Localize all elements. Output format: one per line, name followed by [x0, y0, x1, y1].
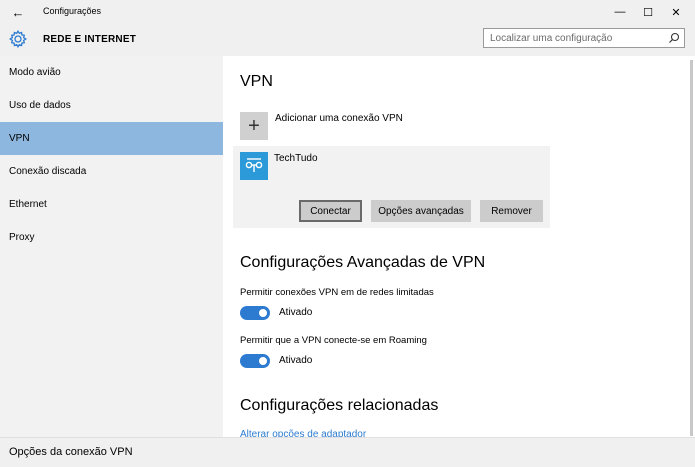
back-button[interactable]: ←	[0, 0, 36, 24]
minimize-button[interactable]: —	[605, 0, 635, 24]
sidebar-item-vpn[interactable]: VPN	[0, 122, 223, 155]
sidebar-nav: Modo avião Uso de dados VPN Conexão disc…	[0, 56, 223, 437]
close-button[interactable]: ✕	[661, 0, 691, 24]
roaming-state: Ativado	[279, 355, 313, 366]
metered-networks-toggle[interactable]	[240, 306, 270, 320]
sidebar-item-modo-aviao[interactable]: Modo avião	[0, 56, 223, 89]
vpn-connection-item[interactable]: TechTudo Conectar Opções avançadas Remov…	[233, 146, 550, 228]
search-input[interactable]	[484, 29, 668, 47]
sidebar-item-uso-de-dados[interactable]: Uso de dados	[0, 89, 223, 122]
maximize-button[interactable]: ☐	[633, 0, 663, 24]
metered-networks-state: Ativado	[279, 307, 313, 318]
sidebar-item-label: Modo avião	[9, 67, 61, 78]
maximize-icon: ☐	[643, 6, 653, 19]
vpn-connection-name: TechTudo	[274, 153, 318, 164]
adapter-options-link[interactable]: Alterar opções de adaptador	[240, 429, 366, 437]
window-title: Configurações	[43, 6, 102, 16]
gear-icon	[8, 29, 28, 49]
related-settings-heading: Configurações relacionadas	[240, 397, 439, 414]
close-icon: ✕	[671, 6, 681, 19]
sidebar-item-label: Proxy	[9, 232, 35, 243]
sidebar-item-conexao-discada[interactable]: Conexão discada	[0, 155, 223, 188]
back-arrow-icon: ←	[11, 4, 25, 20]
advanced-options-button[interactable]: Opções avançadas	[371, 200, 471, 222]
connect-button[interactable]: Conectar	[299, 200, 362, 222]
search-icon[interactable]	[668, 32, 680, 44]
sidebar-item-label: Conexão discada	[9, 166, 87, 177]
search-box[interactable]	[483, 28, 685, 48]
add-vpn-button[interactable]: +	[240, 112, 268, 140]
toggle-knob	[259, 357, 267, 365]
sidebar-item-label: Ethernet	[9, 199, 47, 210]
tooltip-text: Opções da conexão VPN	[9, 446, 133, 458]
roaming-toggle[interactable]	[240, 354, 270, 368]
title-bar: ← Configurações — ☐ ✕	[0, 0, 695, 24]
metered-networks-label: Permitir conexões VPN em de redes limita…	[240, 287, 434, 298]
sidebar-item-label: VPN	[9, 133, 30, 144]
toggle-knob	[259, 309, 267, 317]
tooltip-bar: Opções da conexão VPN	[0, 437, 695, 467]
settings-header: REDE E INTERNET	[0, 24, 695, 56]
sidebar-item-label: Uso de dados	[9, 100, 71, 111]
minimize-icon: —	[614, 6, 626, 18]
page-title: VPN	[240, 73, 273, 90]
advanced-settings-heading: Configurações Avançadas de VPN	[240, 254, 486, 271]
vpn-connection-icon	[240, 152, 268, 180]
remove-button[interactable]: Remover	[480, 200, 543, 222]
plus-icon: +	[248, 114, 260, 137]
sidebar-item-ethernet[interactable]: Ethernet	[0, 188, 223, 221]
sidebar-item-proxy[interactable]: Proxy	[0, 221, 223, 254]
roaming-label: Permitir que a VPN conecte-se em Roaming	[240, 335, 427, 346]
add-vpn-label[interactable]: Adicionar uma conexão VPN	[275, 113, 403, 124]
scrollbar-thumb[interactable]	[690, 60, 693, 436]
section-title: REDE E INTERNET	[43, 34, 137, 45]
main-content: VPN + Adicionar uma conexão VPN TechTudo…	[223, 56, 695, 437]
